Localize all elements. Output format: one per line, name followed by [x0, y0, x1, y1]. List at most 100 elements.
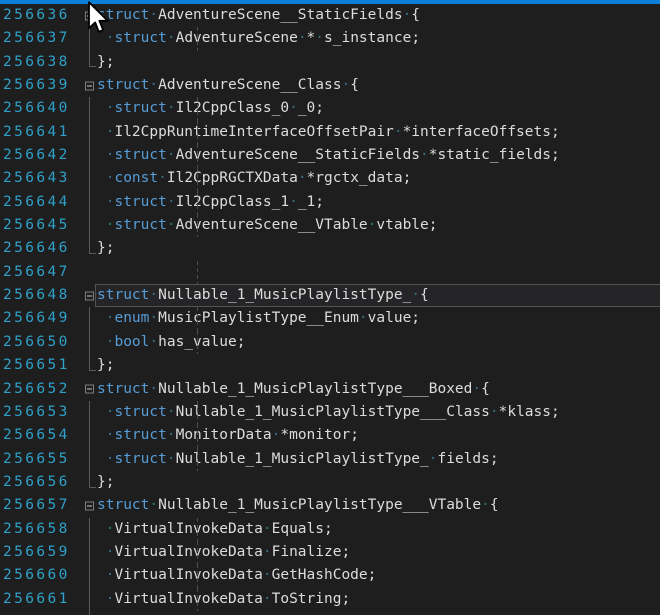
code-text[interactable]: ·struct·AdventureScene__StaticFields·*st…	[97, 144, 660, 167]
line-number[interactable]: 256659	[0, 541, 85, 564]
fold-margin[interactable]	[85, 331, 97, 354]
line-number[interactable]: 256650	[0, 331, 85, 354]
fold-margin[interactable]	[85, 144, 97, 167]
line-number[interactable]: 256646	[0, 237, 85, 260]
code-line[interactable]: 256649 ·enum·MusicPlaylistType__Enum·val…	[0, 307, 660, 330]
code-text[interactable]: ·struct·AdventureScene__VTable·vtable;	[97, 214, 660, 237]
line-number[interactable]: 256644	[0, 191, 85, 214]
line-number[interactable]: 256645	[0, 214, 85, 237]
code-line[interactable]: 256650 ·bool·has_value;	[0, 331, 660, 354]
code-line[interactable]: 256660 ·VirtualInvokeData·GetHashCode;	[0, 564, 660, 587]
code-text[interactable]: ·struct·Il2CppClass_1·_1;	[97, 191, 660, 214]
code-text[interactable]: };	[97, 471, 660, 494]
line-number[interactable]: 256658	[0, 518, 85, 541]
code-text[interactable]: struct·AdventureScene__Class·{	[97, 74, 660, 97]
code-text[interactable]: ·Il2CppRuntimeInterfaceOffsetPair·*inter…	[97, 121, 660, 144]
line-number[interactable]: 256662	[0, 611, 85, 615]
code-text[interactable]: ·struct·Il2CppClass_0·_0;	[97, 97, 660, 120]
line-number[interactable]: 256660	[0, 564, 85, 587]
code-line[interactable]: 256638};	[0, 51, 660, 74]
fold-collapse-icon[interactable]	[85, 385, 94, 394]
code-line[interactable]: 256644 ·struct·Il2CppClass_1·_1;	[0, 191, 660, 214]
line-number[interactable]: 256637	[0, 27, 85, 50]
line-number[interactable]: 256642	[0, 144, 85, 167]
code-line[interactable]: 256645 ·struct·AdventureScene__VTable·vt…	[0, 214, 660, 237]
code-text[interactable]: ·struct·AdventureScene·*·s_instance;	[97, 27, 660, 50]
code-text[interactable]: };	[97, 51, 660, 74]
code-text[interactable]: ·VirtualInvokeData·GetHashCode;	[97, 564, 660, 587]
line-number[interactable]: 256655	[0, 448, 85, 471]
code-text[interactable]: ·struct·MonitorData·*monitor;	[97, 424, 660, 447]
line-number[interactable]: 256639	[0, 74, 85, 97]
code-line[interactable]: 256648struct·Nullable_1_MusicPlaylistTyp…	[0, 284, 660, 307]
code-text[interactable]: };	[97, 611, 660, 615]
line-number[interactable]: 256654	[0, 424, 85, 447]
code-text[interactable]: ·VirtualInvokeData·ToString;	[97, 588, 660, 611]
line-number[interactable]: 256649	[0, 307, 85, 330]
line-number[interactable]: 256641	[0, 121, 85, 144]
code-text[interactable]: };	[97, 354, 660, 377]
fold-margin[interactable]	[85, 191, 97, 214]
code-line[interactable]: 256651};	[0, 354, 660, 377]
code-line[interactable]: 256653 ·struct·Nullable_1_MusicPlaylistT…	[0, 401, 660, 424]
fold-margin[interactable]	[85, 121, 97, 144]
code-text[interactable]: struct·AdventureScene__StaticFields·{	[97, 4, 660, 27]
line-number[interactable]: 256636	[0, 4, 85, 27]
fold-margin[interactable]	[85, 471, 97, 494]
fold-margin[interactable]	[85, 564, 97, 587]
fold-margin[interactable]	[85, 167, 97, 190]
code-text[interactable]: ·struct·Nullable_1_MusicPlaylistType_·fi…	[97, 448, 660, 471]
fold-margin[interactable]	[85, 97, 97, 120]
fold-collapse-icon[interactable]	[85, 501, 94, 510]
code-line[interactable]: 256642 ·struct·AdventureScene__StaticFie…	[0, 144, 660, 167]
code-line[interactable]: 256655 ·struct·Nullable_1_MusicPlaylistT…	[0, 448, 660, 471]
fold-margin[interactable]	[85, 284, 97, 307]
fold-margin[interactable]	[85, 611, 97, 615]
code-line[interactable]: 256654 ·struct·MonitorData·*monitor;	[0, 424, 660, 447]
code-line[interactable]: 256658 ·VirtualInvokeData·Equals;	[0, 518, 660, 541]
code-line[interactable]: 256662};	[0, 611, 660, 615]
fold-margin[interactable]	[85, 354, 97, 377]
code-line[interactable]: 256639 struct·AdventureScene__Class·{	[0, 74, 660, 97]
fold-margin[interactable]	[85, 448, 97, 471]
fold-margin[interactable]	[85, 401, 97, 424]
line-number[interactable]: 256657	[0, 494, 85, 517]
code-line[interactable]: 256640 ·struct·Il2CppClass_0·_0;	[0, 97, 660, 120]
code-line[interactable]: 256647	[0, 261, 660, 284]
line-number[interactable]: 256651	[0, 354, 85, 377]
fold-collapse-icon[interactable]	[85, 81, 94, 90]
code-text[interactable]: ·enum·MusicPlaylistType__Enum·value;	[97, 307, 660, 330]
code-line[interactable]: 256641 ·Il2CppRuntimeInterfaceOffsetPair…	[0, 121, 660, 144]
code-line[interactable]: 256646};	[0, 237, 660, 260]
code-line[interactable]: 256661 ·VirtualInvokeData·ToString;	[0, 588, 660, 611]
line-number[interactable]: 256643	[0, 167, 85, 190]
fold-margin[interactable]	[85, 214, 97, 237]
fold-margin[interactable]	[85, 588, 97, 611]
line-number[interactable]: 256656	[0, 471, 85, 494]
fold-margin[interactable]	[85, 307, 97, 330]
fold-margin[interactable]	[85, 424, 97, 447]
code-text[interactable]: ·struct·Nullable_1_MusicPlaylistType___C…	[97, 401, 660, 424]
fold-margin[interactable]	[85, 541, 97, 564]
fold-margin[interactable]	[85, 518, 97, 541]
code-line[interactable]: 256656};	[0, 471, 660, 494]
line-number[interactable]: 256648	[0, 284, 85, 307]
code-text[interactable]	[97, 261, 660, 284]
line-number[interactable]: 256661	[0, 588, 85, 611]
fold-margin[interactable]	[85, 494, 97, 517]
line-number[interactable]: 256652	[0, 378, 85, 401]
fold-margin[interactable]	[85, 261, 97, 284]
code-text[interactable]: ·bool·has_value;	[97, 331, 660, 354]
code-text[interactable]: struct·Nullable_1_MusicPlaylistType___VT…	[97, 494, 660, 517]
fold-margin[interactable]	[85, 51, 97, 74]
code-text[interactable]: ·VirtualInvokeData·Finalize;	[97, 541, 660, 564]
fold-collapse-icon[interactable]	[85, 291, 94, 300]
line-number[interactable]: 256647	[0, 261, 85, 284]
code-line[interactable]: 256659 ·VirtualInvokeData·Finalize;	[0, 541, 660, 564]
code-text[interactable]: ·VirtualInvokeData·Equals;	[97, 518, 660, 541]
line-number[interactable]: 256638	[0, 51, 85, 74]
code-line[interactable]: 256643 ·const·Il2CppRGCTXData·*rgctx_dat…	[0, 167, 660, 190]
line-number[interactable]: 256653	[0, 401, 85, 424]
code-text[interactable]: };	[97, 237, 660, 260]
fold-margin[interactable]	[85, 378, 97, 401]
